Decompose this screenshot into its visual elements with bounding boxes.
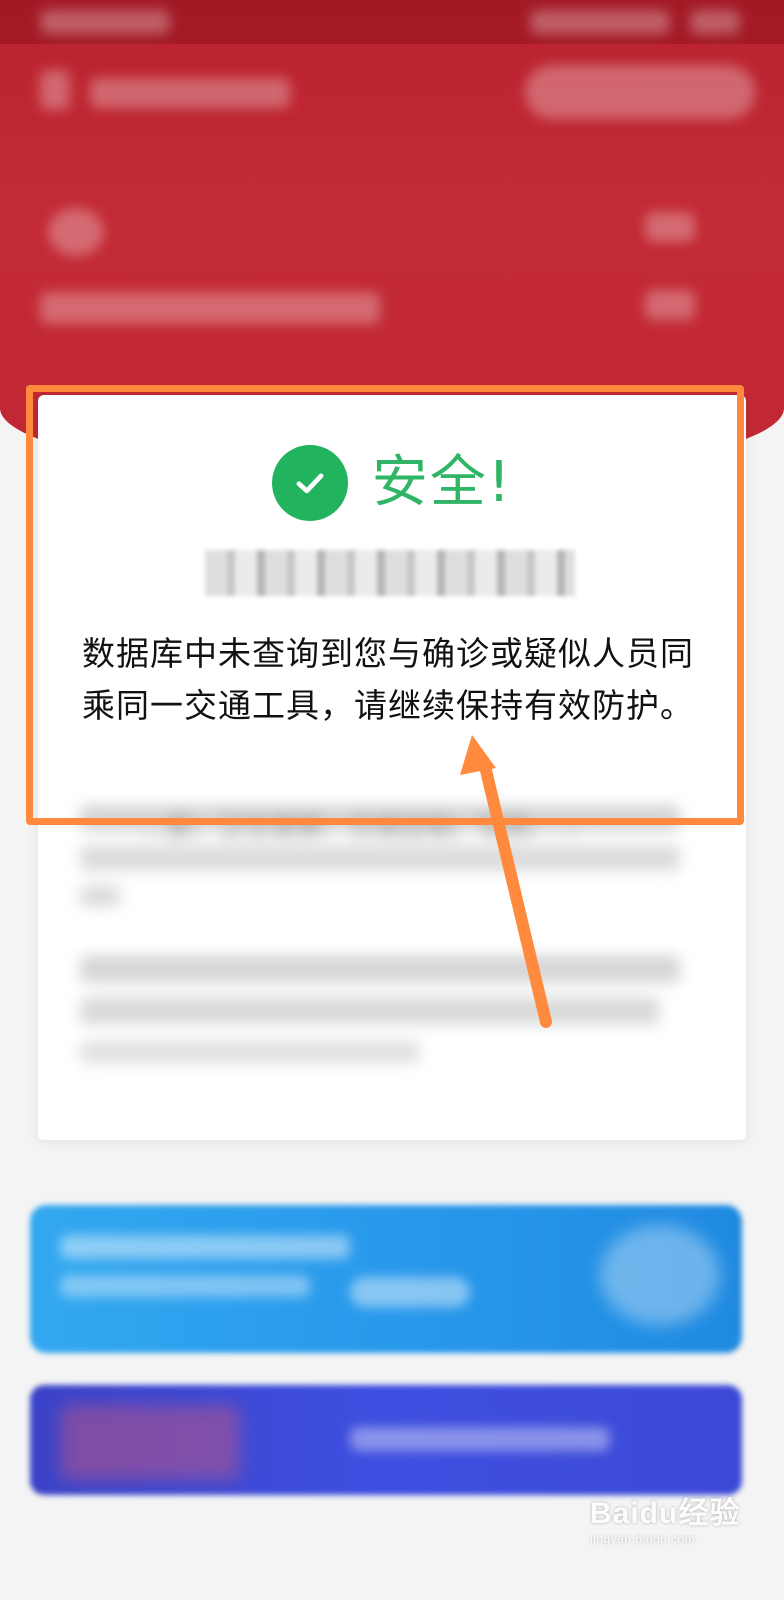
back-icon[interactable] — [40, 70, 70, 110]
watermark-site: jingyan.baidu.com — [590, 1532, 696, 1546]
highlight-box — [26, 385, 744, 825]
baidu-watermark: Baidu经验 jingyan.baidu.com — [590, 1488, 770, 1558]
promo-banner-blue[interactable] — [30, 1205, 742, 1353]
blurred-note-text — [80, 955, 690, 1065]
watermark-brand: Baidu经验 — [590, 1497, 741, 1530]
more-menu-button[interactable] — [525, 65, 755, 119]
header-title — [90, 78, 290, 108]
status-bar — [0, 0, 784, 44]
header-side-item-1 — [645, 212, 695, 242]
promo-banner-indigo[interactable] — [30, 1385, 742, 1495]
header-info-line — [40, 292, 380, 324]
header-side-item-2 — [645, 290, 695, 320]
header-icon — [48, 208, 104, 256]
